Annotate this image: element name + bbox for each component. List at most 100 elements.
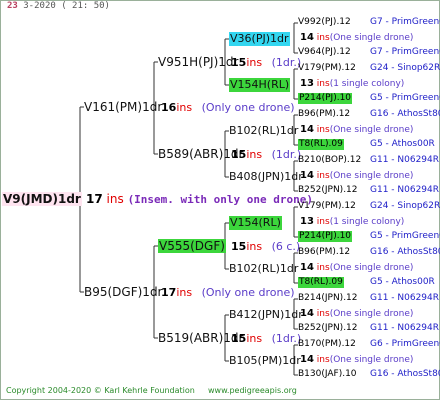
ins-word: ins	[246, 148, 263, 161]
root-insemination: 17 ins (Insem. with only one drone)	[86, 192, 313, 207]
ins-word: ins	[316, 355, 330, 365]
gen2-node[interactable]: V951H(PJ)1dr	[158, 55, 238, 69]
gen4-insemination: 13 ins(1 single colony)	[300, 216, 404, 228]
ins-number: 15	[231, 56, 247, 69]
ins-word: ins	[246, 240, 263, 253]
gen4-top-ext: G24 - Sinop62R	[370, 63, 440, 73]
ins-word: ins	[316, 125, 330, 135]
root-ins-word: ins	[106, 192, 124, 206]
gen2-insemination: 15ins (1dr.)	[231, 332, 301, 345]
gen4-bottom-ext: G5 - PrimGreen00	[370, 93, 440, 103]
gen1-node[interactable]: B95(DGF)1dr	[84, 285, 163, 299]
ins-word: ins	[316, 263, 330, 273]
ins-desc: (6 c.)	[271, 240, 301, 253]
gen4-bottom-name[interactable]: B252(JPN).12	[298, 185, 358, 196]
gen4-top-name[interactable]: V179(PM).12	[298, 63, 356, 74]
ins-desc: (One single drone)	[329, 263, 414, 273]
gen4-bottom-ext: G5 - PrimGreen00	[370, 231, 440, 241]
gen4-insemination: 14 ins(One single drone)	[300, 308, 413, 320]
gen4-insemination: 14 ins(One single drone)	[300, 354, 413, 366]
ins-number: 14	[300, 354, 314, 365]
gen4-top-ext: G6 - PrimGreen00	[370, 339, 440, 349]
ins-number: 13	[300, 78, 314, 89]
ins-word: ins	[246, 56, 263, 69]
header-datetime: 3-2020 ( 21: 50)	[23, 1, 110, 11]
ins-number: 14	[300, 32, 314, 43]
gen1-node[interactable]: V161(PM)1dr	[84, 100, 162, 114]
ins-desc: (1 single colony)	[329, 217, 405, 227]
gen4-insemination: 14 ins(One single drone)	[300, 124, 413, 136]
gen4-bottom-name[interactable]: B130(JAF).10	[298, 369, 357, 380]
gen3-node[interactable]: V154H(RL)	[229, 78, 291, 92]
gen4-top-name[interactable]: B96(PM).12	[298, 109, 350, 120]
gen4-top-ext: G16 - AthosSt80R	[370, 109, 440, 119]
gen4-top-ext: G7 - PrimGreen00	[370, 17, 440, 27]
gen4-bottom-ext: G5 - Athos00R	[370, 139, 435, 149]
ins-number: 15	[231, 240, 247, 253]
ins-word: ins	[316, 79, 330, 89]
gen4-bottom-name[interactable]: T8(RL).09	[298, 139, 344, 150]
gen4-top-name[interactable]: B96(PM).12	[298, 247, 350, 258]
gen3-node[interactable]: B105(PM)1dr	[229, 354, 301, 368]
ins-desc: (One single drone)	[329, 125, 414, 135]
root-ins-number: 17	[86, 192, 103, 206]
gen3-node[interactable]: B102(RL)1dr	[229, 262, 298, 276]
gen3-node[interactable]: B412(JPN)1dr	[229, 308, 303, 322]
gen4-top-name[interactable]: B170(PM).12	[298, 339, 356, 350]
gen3-node[interactable]: B408(JPN)1dr	[229, 170, 303, 184]
ins-word: ins	[316, 171, 330, 181]
gen4-top-ext: G16 - AthosSt80R	[370, 247, 440, 257]
ins-number: 13	[300, 216, 314, 227]
ins-desc: (1 single colony)	[329, 79, 405, 89]
ins-desc: (Only one drone)	[201, 286, 295, 299]
chart-header: 23 3-2020 ( 21: 50)	[7, 1, 110, 11]
copyright-text: Copyright 2004-2020 © Karl Kehrle Founda…	[6, 386, 195, 395]
gen2-insemination: 15ins (6 c.)	[231, 240, 300, 253]
gen4-bottom-name[interactable]: B252(JPN).12	[298, 323, 358, 334]
gen4-top-name[interactable]: B214(JPN).12	[298, 293, 358, 304]
footer: Copyright 2004-2020 © Karl Kehrle Founda…	[6, 386, 297, 395]
gen2-insemination: 15ins (1dr.)	[231, 148, 301, 161]
ins-word: ins	[316, 217, 330, 227]
ins-desc: (1dr.)	[271, 332, 302, 345]
ins-word: ins	[176, 101, 193, 114]
ins-desc: (1dr.)	[271, 56, 302, 69]
ins-number: 15	[231, 332, 247, 345]
gen4-bottom-name[interactable]: P214(PJ).10	[298, 231, 353, 242]
pedigree-chart: 23 3-2020 ( 21: 50) V9(JMD)1dr 17 ins (I…	[0, 0, 440, 400]
footer-link[interactable]: www.pedigreeapis.org	[208, 386, 297, 395]
ins-number: 14	[300, 262, 314, 273]
ins-number: 17	[161, 286, 177, 299]
gen1-insemination: 16ins (Only one drone)	[161, 101, 295, 114]
ins-desc: (Only one drone)	[201, 101, 295, 114]
gen4-top-name[interactable]: B210(BOP).12	[298, 155, 361, 166]
ins-number: 16	[161, 101, 177, 114]
root-ins-desc: (Insem. with only one drone)	[127, 193, 313, 206]
ins-word: ins	[316, 33, 330, 43]
gen3-node[interactable]: V36(PJ)1dr	[229, 32, 290, 46]
gen4-bottom-name[interactable]: P214(PJ).10	[298, 93, 353, 104]
ins-number: 14	[300, 124, 314, 135]
ins-number: 14	[300, 308, 314, 319]
root-queen[interactable]: V9(JMD)1dr	[2, 192, 82, 206]
ins-desc: (One single drone)	[329, 171, 414, 181]
gen4-bottom-name[interactable]: V964(PJ).12	[298, 47, 351, 58]
ins-desc: (One single drone)	[329, 309, 414, 319]
gen4-top-name[interactable]: V992(PJ).12	[298, 17, 351, 28]
gen2-node[interactable]: V555(DGF)	[158, 239, 226, 253]
gen4-top-name[interactable]: V179(PM).12	[298, 201, 356, 212]
gen3-node[interactable]: B102(RL)1dr	[229, 124, 298, 138]
gen4-bottom-name[interactable]: T8(RL).09	[298, 277, 344, 288]
gen3-node[interactable]: V154(RL)	[229, 216, 282, 230]
ins-desc: (1dr.)	[271, 148, 302, 161]
gen4-insemination: 14 ins(One single drone)	[300, 262, 413, 274]
gen2-insemination: 15ins (1dr.)	[231, 56, 301, 69]
ins-desc: (One single drone)	[329, 33, 414, 43]
gen4-bottom-ext: G11 - N06294R	[370, 323, 440, 333]
ins-number: 15	[231, 148, 247, 161]
gen4-bottom-ext: G5 - Athos00R	[370, 277, 435, 287]
gen4-bottom-ext: G7 - PrimGreen00	[370, 47, 440, 57]
ins-number: 14	[300, 170, 314, 181]
gen4-insemination: 14 ins(One single drone)	[300, 32, 413, 44]
gen4-bottom-ext: G11 - N06294R	[370, 185, 440, 195]
